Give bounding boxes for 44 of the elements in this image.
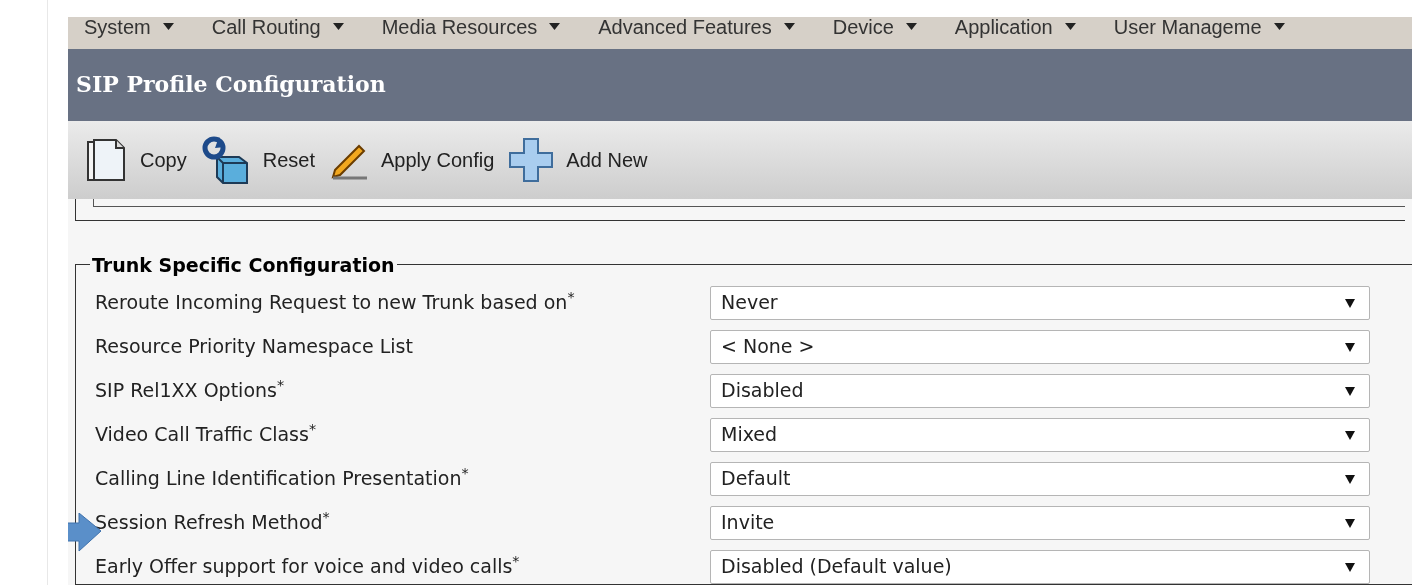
dropdown[interactable]: Invite [710, 505, 1370, 540]
caret-icon [332, 23, 344, 31]
dropdown[interactable]: Mixed [710, 417, 1370, 452]
dropdown[interactable]: Disabled (Default value) [710, 549, 1370, 584]
dropdown-arrow-icon [1345, 385, 1355, 396]
menu-item[interactable]: Call Routing [211, 16, 344, 42]
field-label: Resource Priority Namespace List [95, 334, 414, 360]
dropdown-arrow-icon [1345, 341, 1355, 352]
menu-item[interactable]: User Manageme [1113, 16, 1285, 42]
caret-icon [549, 23, 561, 31]
dropdown[interactable]: < None > [710, 329, 1370, 364]
dropdown-arrow-icon [1345, 297, 1355, 308]
reset-icon [200, 134, 251, 185]
page-title: SIP Profile Configuration [76, 70, 386, 100]
document-icon [86, 137, 128, 182]
section-heading: Trunk Specific Configuration [91, 252, 396, 278]
dropdown-arrow-icon [1345, 561, 1355, 572]
dropdown-arrow-icon [1345, 517, 1355, 528]
field-label: Early Offer support for voice and video calls$^{*}$ [95, 552, 521, 580]
field-label: Session Refresh Method$^{*}$ [95, 508, 331, 536]
apply-config-button[interactable]: Apply Config [380, 144, 495, 175]
menu-item[interactable]: Media Resources [381, 16, 561, 42]
caret-icon [1273, 23, 1285, 31]
add-new-button[interactable]: Add New [566, 144, 648, 175]
caret-icon [162, 23, 174, 31]
reset-button[interactable]: Reset [262, 144, 315, 175]
dropdown-arrow-icon [1345, 473, 1355, 484]
caret-icon [783, 23, 795, 31]
menu-item[interactable]: System [84, 16, 174, 42]
dropdown[interactable]: Default [710, 461, 1370, 496]
field-label: SIP Rel1XX Options$^{*}$ [95, 376, 286, 404]
field-label: Calling Line Identification Presentation$^{*}$ [95, 464, 470, 492]
menu-item[interactable]: Device [832, 16, 917, 42]
menu-item[interactable]: Application [954, 16, 1076, 42]
plus-icon [508, 136, 555, 183]
dropdown[interactable]: Never [710, 285, 1370, 320]
field-label: Video Call Traffic Class$^{*}$ [95, 420, 317, 448]
dropdown-arrow-icon [1345, 429, 1355, 440]
copy-button[interactable]: Copy [140, 144, 187, 175]
caret-icon [905, 23, 917, 31]
caret-icon [1064, 23, 1076, 31]
dropdown[interactable]: Disabled [710, 373, 1370, 408]
menu-item[interactable]: Advanced Features [598, 16, 795, 42]
field-label: Reroute Incoming Request to new Trunk based on$^{*}$ [95, 288, 576, 316]
